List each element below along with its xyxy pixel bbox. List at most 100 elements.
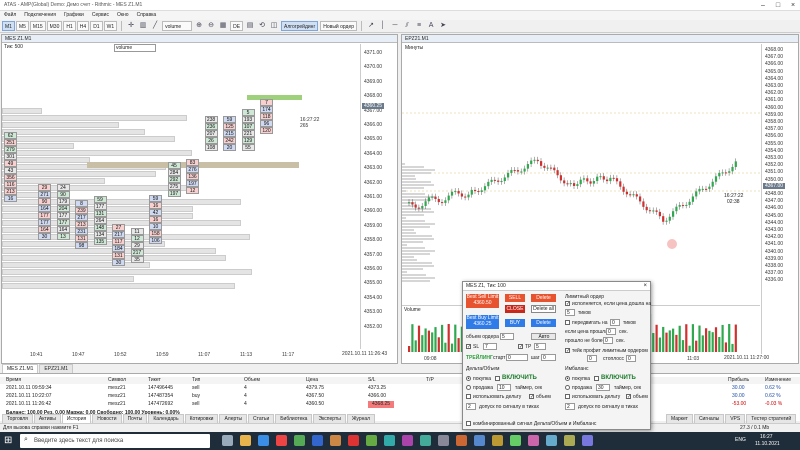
app-icon[interactable] [582,435,593,446]
sell-button[interactable]: SELL [505,294,525,302]
grid-icon[interactable]: ▦ [218,21,228,31]
menu-item[interactable]: Окно [117,11,129,20]
algotrading-button[interactable]: Алгогрейдинг [281,21,319,31]
imb-buy-radio[interactable]: • [565,376,570,382]
pending-checkbox[interactable]: ✓ [565,301,570,307]
chart-bars-icon[interactable]: ▥ [138,21,148,31]
best-buy-limit-button[interactable]: Best Buy Limit 4360.25 [466,315,499,329]
imb-sell-radio[interactable] [565,385,570,390]
clock-date[interactable]: 11.10.2021 [755,441,780,447]
app-icon[interactable] [366,435,377,446]
app-icon[interactable] [384,435,395,446]
mode-select[interactable]: volume [114,44,156,52]
app-icon[interactable] [564,435,575,446]
column-header[interactable]: Объем [244,377,260,384]
menu-item[interactable]: Сервис [92,11,109,20]
imb-timer-input[interactable]: 30 [596,384,610,391]
price-pass-input[interactable]: 0 [606,328,616,335]
windows-start-icon[interactable]: ⊞ [4,435,12,446]
left-time-axis[interactable]: 10:41 10:47 10:52 10:59 11:07 11:13 11:17 [2,351,360,359]
crosshair-icon[interactable]: ✛ [126,21,136,31]
past-input[interactable]: 0 [603,337,613,344]
column-header[interactable]: Тип [192,377,200,384]
fibo-icon[interactable]: ≡ [414,21,424,31]
task-view-icon[interactable] [222,435,233,446]
delta-delay-input[interactable]: 2 [466,403,476,410]
edge-icon[interactable] [258,435,269,446]
tp-checkbox[interactable]: ✓ [518,344,523,350]
imb-volume-checkbox[interactable]: ✓ [626,394,631,400]
app-icon[interactable] [420,435,431,446]
trend-icon[interactable]: ↗ [366,21,376,31]
column-header[interactable]: Прибыль [728,377,749,384]
delta-buy-radio[interactable]: • [466,376,471,382]
close-button[interactable]: × [786,1,800,10]
de-button[interactable]: DE [230,21,244,31]
delete-all-button[interactable]: Delete all [531,305,556,313]
chrome-icon[interactable] [276,435,287,446]
delete-sell-button[interactable]: Delete [531,294,556,302]
timeframe-m1-button[interactable]: M1 [2,21,15,31]
arrow-icon[interactable]: ➤ [438,21,448,31]
app-icon[interactable] [456,435,467,446]
app-icon[interactable] [474,435,485,446]
maximize-button[interactable]: □ [771,1,785,10]
trailing-start-input[interactable]: 0 [506,354,528,361]
channel-icon[interactable]: ⫽ [402,21,412,31]
sl-input[interactable]: 7 [483,343,497,350]
app-icon[interactable] [402,435,413,446]
column-header[interactable]: T/P [426,377,434,384]
new-order-button[interactable]: Новый ордер [320,21,358,31]
app-icon[interactable] [528,435,539,446]
pending-ticks-input[interactable]: 5 [565,309,575,316]
menu-item[interactable]: Файл [4,11,16,20]
column-header[interactable]: Тикет [148,377,161,384]
sl-checkbox[interactable]: ✓ [466,344,471,350]
tp-input[interactable]: 5 [534,343,546,350]
app-icon[interactable] [546,435,557,446]
delete-buy-button[interactable]: Delete [531,319,556,327]
timeframe-m15-button[interactable]: M15 [29,21,46,31]
column-header[interactable]: Изменение [765,377,791,384]
app-icon[interactable] [492,435,503,446]
period-icon[interactable]: ⟲ [257,21,267,31]
app-icon[interactable] [438,435,449,446]
volume-checkbox[interactable]: ✓ [529,394,534,400]
trailing-step-input[interactable]: 0 [541,354,556,361]
terminal-icon[interactable] [330,435,341,446]
left-chart-plot[interactable]: 62 251 279 301 49 43 356 116 213 16 29 271 90 164 177 1… [2,53,360,343]
clock-time[interactable]: 16:27 [760,434,773,440]
table-row[interactable]: 2021.10.11 11:26:42 mesz21 147472692 sell 4 4… [0,401,800,408]
timeframe-m30-button[interactable]: M30 [46,21,63,31]
close-position-button[interactable]: CLOSE [505,305,525,313]
tile-icon[interactable]: ▤ [245,21,255,31]
column-header[interactable]: S/L [368,377,376,384]
right-price-axis[interactable]: 4368.00 4367.00 4366.00 4365.00 4364.00 4363.… [761,44,799,354]
move-checkbox[interactable] [565,320,570,325]
menu-item[interactable]: Справка [137,11,157,20]
imb-use-delta-checkbox[interactable] [565,394,570,399]
mail-icon[interactable] [312,435,323,446]
menu-item[interactable]: Графики [64,11,84,20]
column-header[interactable]: Цена [306,377,318,384]
move-input[interactable]: 0 [610,319,620,326]
table-row[interactable]: 2021.10.11 09:59:34 mesz21 147496445 sell 4 4… [0,385,800,392]
best-sell-limit-button[interactable]: Best Sell Limit 4360.50 [466,294,499,308]
column-header[interactable]: Символ [108,377,126,384]
timeframe-h4-button[interactable]: H4 [76,21,90,31]
zoom-out-icon[interactable]: ⊖ [206,21,216,31]
combined-checkbox[interactable] [466,421,471,426]
app-icon[interactable] [510,435,521,446]
line-icon[interactable]: ╱ [150,21,160,31]
delta-timer-input[interactable]: 10 [497,384,511,391]
horizontal-line-icon[interactable]: ─ [390,21,400,31]
stoploss-input[interactable]: 0 [587,355,597,362]
timeframe-w1-button[interactable]: W1 [103,21,118,31]
menu-item[interactable]: Подключения [24,11,56,20]
minimize-button[interactable]: – [756,1,770,10]
buy-button[interactable]: BUY [505,319,525,327]
column-header[interactable]: Время [6,377,21,384]
stoploss-value[interactable]: 0 [626,355,636,362]
zoom-in-icon[interactable]: ⊕ [194,21,204,31]
dialog-close-icon[interactable]: × [643,283,647,289]
